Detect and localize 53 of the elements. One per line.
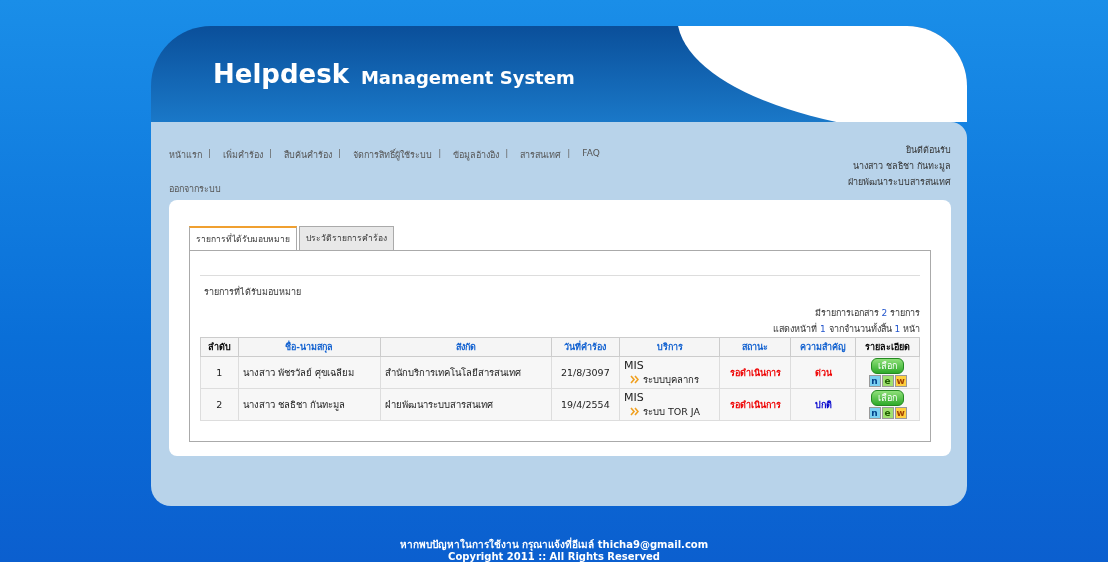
tab[interactable]: รายการที่ได้รับมอบหมาย (189, 226, 297, 250)
nav-link[interactable]: หน้าแรก (169, 148, 202, 162)
table-cell: สำนักบริการเทคโนโลยีสารสนเทศ (380, 356, 552, 389)
table-cell: 1 (200, 356, 239, 389)
table-cell: นางสาว พัชรวัลย์ ศุขเฉลียม (238, 356, 381, 389)
double-chevron-icon (629, 374, 639, 384)
column-header: สังกัด (380, 337, 552, 357)
column-header: บริการ (619, 337, 720, 357)
priority-text: ปกติ (814, 399, 832, 410)
contact-text: หากพบปัญหาในการใช้งาน กรุณาแจ้งที่อีเมล์ thicha9@gmail.com (399, 539, 709, 550)
nav-separator: | (338, 148, 342, 160)
service-name: MIS (623, 358, 645, 372)
app-title: Helpdesk (213, 59, 349, 89)
status-text: รอดำเนินการ (729, 367, 781, 378)
app-subtitle: Management System (360, 66, 575, 88)
column-header: ชื่อ-นามสกุล (238, 337, 381, 357)
table-cell: 21/8/3097 (551, 356, 620, 389)
tab[interactable]: ประวัติรายการคำร้อง (299, 226, 394, 250)
subservice-name: ระบบ TOR JA (642, 404, 700, 419)
nav-link[interactable]: FAQ (582, 148, 600, 162)
nav-separator: | (438, 148, 442, 160)
nav-link[interactable]: ข้อมูลอ้างอิง (453, 148, 500, 162)
column-header: ความสำคัญ (790, 337, 856, 357)
record-count-text: มีรายการเอกสาร 2 รายการ (813, 307, 920, 320)
nav-link[interactable]: จัดการสิทธิ์ผู้ใช้ระบบ (353, 148, 433, 162)
column-header: สถานะ (719, 337, 791, 357)
table-cell: นางสาว ชลธิชา กันทะมูล (238, 388, 381, 421)
nav-link[interactable]: เพิ่มคำร้อง (223, 148, 264, 162)
user-department: ฝ่ายพัฒนาระบบสารสนเทศ (848, 176, 951, 189)
nav-separator: | (269, 148, 273, 160)
subservice-name: ระบบบุคลากร (642, 372, 699, 387)
column-header: ลำดับ (200, 337, 239, 357)
logout-link[interactable]: ออกจากระบบ (169, 182, 221, 196)
double-chevron-icon (629, 406, 639, 416)
table-cell: 19/4/2554 (551, 388, 620, 421)
page-info-text: แสดงหน้าที่ 1 จากจำนวนทั้งสิ้น 1 หน้า (772, 322, 920, 336)
nav-link[interactable]: สารสนเทศ (520, 148, 562, 162)
welcome-text: ยินดีต้อนรับ (905, 144, 951, 157)
table-cell: ฝ่ายพัฒนาระบบสารสนเทศ (380, 388, 552, 421)
table-cell: 2 (200, 388, 239, 421)
nav-link[interactable]: สืบค้นคำร้อง (284, 148, 333, 162)
nav-separator: | (208, 148, 212, 160)
nav-separator: | (567, 148, 571, 160)
user-name: นางสาว ชลธิชา กันทะมูล (852, 160, 951, 174)
status-text: รอดำเนินการ (729, 399, 781, 410)
column-header: วันที่คำร้อง (551, 337, 620, 357)
priority-text: ด่วน (814, 367, 832, 378)
service-name: MIS (623, 390, 645, 404)
copyright-text: Copyright 2011 :: All Rights Reserved (447, 551, 661, 562)
new-badge: n e w (860, 375, 915, 387)
nav-separator: | (505, 148, 509, 160)
column-header: รายละเอียด (855, 337, 920, 357)
new-badge: n e w (860, 407, 915, 419)
